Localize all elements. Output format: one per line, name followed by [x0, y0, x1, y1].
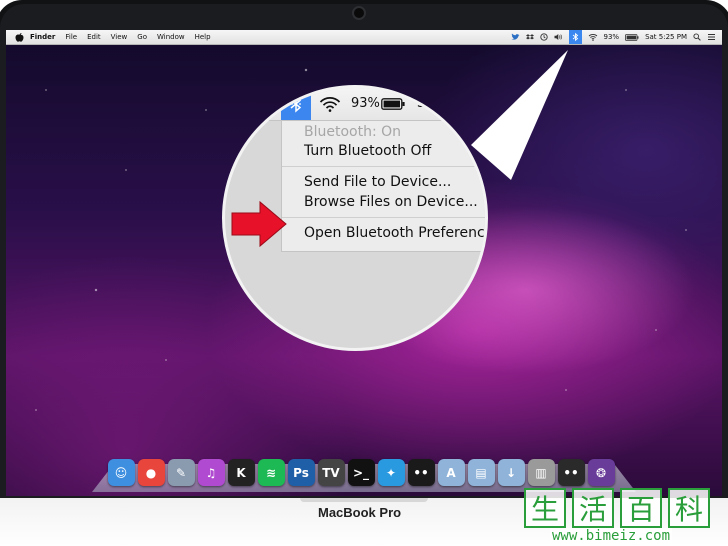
applications-folder-icon[interactable]: A: [437, 459, 465, 486]
spotify-icon[interactable]: ≋: [257, 459, 285, 486]
send-file-item[interactable]: Send File to Device...: [304, 174, 451, 190]
itunes-icon[interactable]: ♫: [197, 459, 225, 486]
hinge: [300, 498, 428, 502]
turn-bluetooth-off-item[interactable]: Turn Bluetooth Off: [304, 143, 431, 159]
bluetooth-dropdown-menu: Bluetooth: On Turn Bluetooth Off Send Fi…: [281, 120, 485, 252]
twitter-icon[interactable]: ✦: [377, 459, 405, 486]
preview-icon[interactable]: ✎: [167, 459, 195, 486]
site-watermark: 生 活 百 科 www.bimeiz.com: [524, 486, 726, 544]
clock-magnified[interactable]: Sat 5:25 PM: [417, 96, 485, 111]
klout-icon[interactable]: K: [227, 459, 255, 486]
watermark-char: 百: [620, 488, 662, 528]
camera-icon: [352, 6, 366, 20]
watermark-char: 生: [524, 488, 566, 528]
watermark-char: 活: [572, 488, 614, 528]
photoshop-icon[interactable]: Ps: [287, 459, 315, 486]
trash-icon[interactable]: ▥: [527, 459, 555, 486]
watermark-url: www.bimeiz.com: [550, 528, 673, 544]
browse-files-item[interactable]: Browse Files on Device...: [304, 194, 478, 210]
flickr-window-icon[interactable]: ••: [557, 459, 585, 486]
menu-separator: [282, 217, 485, 218]
chrome-icon[interactable]: ●: [137, 459, 165, 486]
timemachine-icon-partial: ): [233, 92, 241, 113]
laptop: Finder File Edit View Go Window Help 93%…: [0, 0, 728, 546]
menu-separator: [282, 166, 485, 167]
battery-icon-magnified[interactable]: [381, 98, 405, 114]
downloads-folder-icon[interactable]: ↓: [497, 459, 525, 486]
watermark-characters: 生 活 百 科: [524, 488, 716, 528]
finder-icon[interactable]: ☺: [107, 459, 135, 486]
tv-icon[interactable]: TV: [317, 459, 345, 486]
documents-folder-icon[interactable]: ▤: [467, 459, 495, 486]
flickr-icon[interactable]: ••: [407, 459, 435, 486]
red-arrow-icon: [231, 200, 287, 248]
bluetooth-menu-icon[interactable]: [281, 88, 311, 120]
magnified-menu-bar: ) 93% Sat 5:25 PM: [225, 88, 485, 121]
battery-percent-magnified: 93%: [351, 96, 380, 111]
dock: ☺ ● ✎ ♫ K ≋ Ps TV >_ ✦ •• A ▤ ↓ ▥ •• ❂: [106, 450, 616, 486]
volume-icon[interactable]: [255, 97, 273, 115]
macbook-pro-label: MacBook Pro: [318, 505, 402, 520]
watermark-char: 科: [668, 488, 710, 528]
app-badge-icon[interactable]: ❂: [587, 459, 615, 486]
bluetooth-status-item: Bluetooth: On: [304, 124, 402, 140]
terminal-icon[interactable]: >_: [347, 459, 375, 486]
open-bluetooth-preferences-item[interactable]: Open Bluetooth Preferences...: [304, 225, 485, 241]
wifi-icon[interactable]: [319, 96, 341, 116]
